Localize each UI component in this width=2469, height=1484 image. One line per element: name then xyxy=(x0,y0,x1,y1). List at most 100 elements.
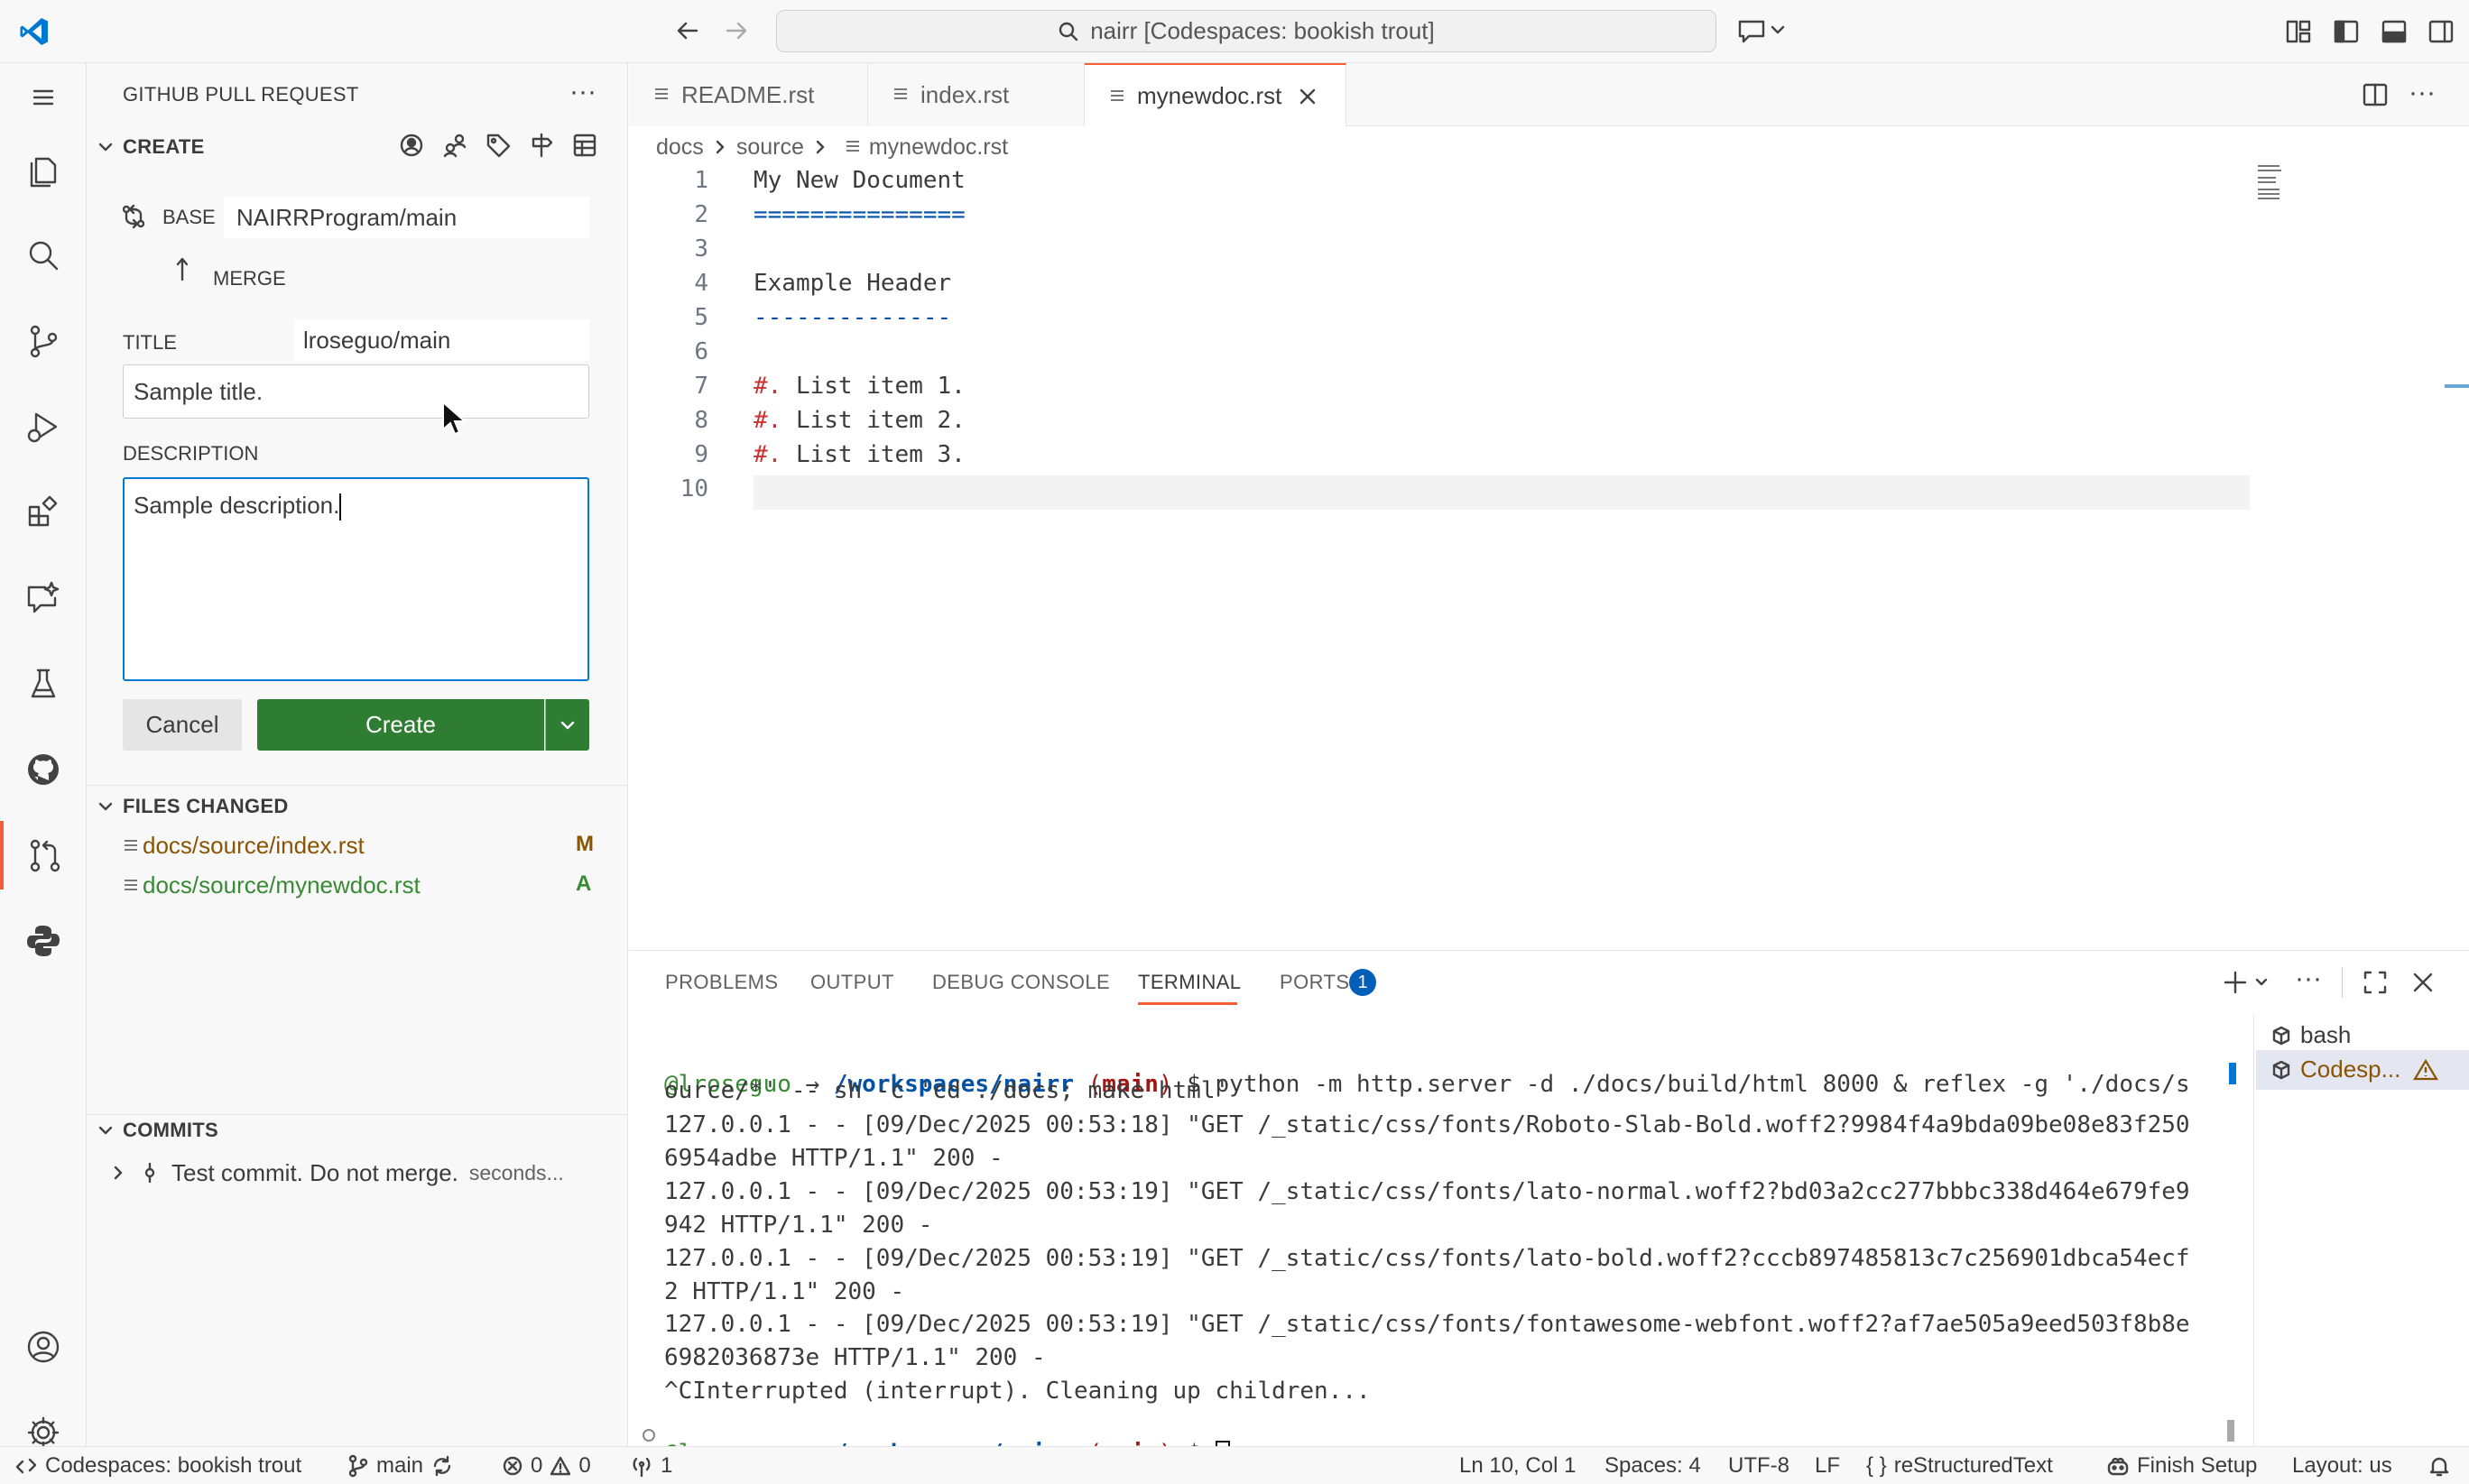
terminal-instance-bash[interactable]: bash xyxy=(2271,1021,2351,1049)
tab-problems[interactable]: PROBLEMS xyxy=(665,971,778,994)
commits-section-header[interactable]: COMMITS xyxy=(96,1119,218,1142)
finish-setup-button[interactable]: Finish Setup xyxy=(2106,1447,2257,1484)
github-icon[interactable] xyxy=(0,735,87,804)
forward-arrow-icon[interactable] xyxy=(724,18,749,43)
remote-indicator[interactable]: Codespaces: bookish trout xyxy=(14,1447,301,1484)
command-center-search[interactable]: nairr [Codespaces: bookish trout] xyxy=(776,10,1716,52)
description-label: DESCRIPTION xyxy=(123,442,259,465)
curly-braces-icon: { } xyxy=(1866,1453,1887,1478)
maximize-panel-icon[interactable] xyxy=(2362,969,2389,996)
terminal-output-line: 6954adbe HTTP/1.1" 200 - xyxy=(664,1145,1003,1172)
terminal-scrollbar[interactable] xyxy=(2227,1420,2234,1442)
line-text: #. List item 2. xyxy=(754,407,966,434)
create-button[interactable]: Create xyxy=(257,699,544,751)
testing-flask-icon[interactable] xyxy=(0,650,87,718)
tab-output[interactable]: OUTPUT xyxy=(810,971,894,994)
more-actions-icon[interactable]: ··· xyxy=(2295,963,2322,994)
problems-indicator[interactable]: 0 0 xyxy=(502,1447,591,1484)
activity-bar xyxy=(0,63,87,1449)
tab-index[interactable]: index.rst xyxy=(868,63,1085,126)
accounts-icon[interactable] xyxy=(0,1313,87,1381)
active-tab-indicator xyxy=(1138,1002,1237,1005)
minimap[interactable] xyxy=(2256,164,2285,200)
files-changed-title: FILES CHANGED xyxy=(123,795,289,817)
search-icon[interactable] xyxy=(0,221,87,290)
more-actions-icon[interactable]: ··· xyxy=(569,78,596,106)
milestone-icon[interactable] xyxy=(528,132,555,159)
keyboard-layout[interactable]: Layout: us xyxy=(2292,1447,2392,1484)
close-icon[interactable] xyxy=(1298,87,1318,106)
sidebar-title: GITHUB PULL REQUEST xyxy=(123,83,359,106)
changed-file-item[interactable]: docs/source/index.rst M xyxy=(123,828,610,864)
more-actions-icon[interactable]: ··· xyxy=(2409,78,2436,108)
create-section-header[interactable]: CREATE xyxy=(96,135,205,159)
pull-requests-icon[interactable] xyxy=(0,821,87,889)
reviewers-icon[interactable] xyxy=(441,132,468,159)
python-icon[interactable] xyxy=(0,907,87,975)
tab-mynewdoc[interactable]: mynewdoc.rst xyxy=(1085,63,1346,127)
changed-file-name: docs/source/mynewdoc.rst xyxy=(143,871,421,899)
toggle-secondary-sidebar-icon[interactable] xyxy=(2427,18,2455,45)
commit-item[interactable]: Test commit. Do not merge. seconds... xyxy=(108,1155,623,1191)
end-of-line[interactable]: LF xyxy=(1815,1447,1840,1484)
cancel-button[interactable]: Cancel xyxy=(123,699,242,751)
explorer-icon[interactable] xyxy=(0,135,87,204)
label-tag-icon[interactable] xyxy=(485,132,512,159)
copilot-chat-icon[interactable] xyxy=(1736,16,1787,45)
chevron-down-icon xyxy=(560,721,575,729)
broadcast-icon xyxy=(633,1457,651,1478)
project-table-icon[interactable] xyxy=(571,132,598,159)
run-debug-icon[interactable] xyxy=(0,392,87,461)
chevron-down-icon[interactable] xyxy=(2253,974,2270,991)
changed-file-item[interactable]: docs/source/mynewdoc.rst A xyxy=(123,868,610,904)
create-options-dropdown[interactable] xyxy=(545,699,589,751)
close-panel-icon[interactable] xyxy=(2411,971,2435,994)
indentation[interactable]: Spaces: 4 xyxy=(1604,1447,1701,1484)
base-branch-selector[interactable]: NAIRRProgram/main xyxy=(224,197,589,238)
terminal-output-line: 127.0.0.1 - - [09/Dec/2025 00:53:19] "GE… xyxy=(664,1311,2190,1338)
branch-indicator[interactable]: main xyxy=(347,1447,454,1484)
code-line: 8 #. List item 2. xyxy=(629,407,2469,441)
breadcrumb-item[interactable]: mynewdoc.rst xyxy=(869,134,1008,161)
file-lines-icon xyxy=(125,840,137,851)
sync-icon[interactable] xyxy=(430,1454,454,1478)
tab-terminal[interactable]: TERMINAL xyxy=(1138,971,1241,994)
modified-status-badge: M xyxy=(576,832,594,856)
files-changed-section-header[interactable]: FILES CHANGED xyxy=(96,795,289,818)
toggle-primary-sidebar-icon[interactable] xyxy=(2333,18,2360,45)
menu-icon[interactable] xyxy=(0,63,87,132)
code-line: 3 xyxy=(629,235,2469,270)
merge-branch-selector[interactable]: lroseguo/main xyxy=(294,319,589,361)
toggle-panel-icon[interactable] xyxy=(2381,18,2408,45)
line-text: My New Document xyxy=(754,167,966,194)
title-input[interactable]: Sample title. xyxy=(123,364,589,419)
assignee-icon[interactable] xyxy=(398,132,425,159)
tab-readme[interactable]: README.rst xyxy=(629,63,868,126)
breadcrumb-item[interactable]: source xyxy=(736,134,804,161)
description-textarea[interactable]: Sample description. xyxy=(123,477,589,681)
source-control-icon[interactable] xyxy=(0,307,87,375)
forwarded-ports-indicator[interactable]: 1 xyxy=(630,1447,672,1484)
tab-ports[interactable]: PORTS xyxy=(1280,971,1349,994)
cursor-position[interactable]: Ln 10, Col 1 xyxy=(1459,1447,1576,1484)
extensions-icon[interactable] xyxy=(0,478,87,547)
vscode-logo-icon[interactable] xyxy=(18,15,51,48)
chat-sparkle-icon[interactable] xyxy=(0,564,87,632)
search-icon xyxy=(1059,22,1078,41)
encoding[interactable]: UTF-8 xyxy=(1728,1447,1789,1484)
terminal-output-line: 127.0.0.1 - - [09/Dec/2025 00:53:18] "GE… xyxy=(664,1111,2190,1138)
file-lines-icon xyxy=(1111,89,1124,101)
title-bar: nairr [Codespaces: bookish trout] xyxy=(0,0,2469,63)
language-mode[interactable]: { } reStructuredText xyxy=(1866,1447,2053,1484)
notifications-bell-icon[interactable] xyxy=(2427,1447,2451,1484)
breadcrumb-item[interactable]: docs xyxy=(656,134,704,161)
customize-layout-icon[interactable] xyxy=(2285,18,2312,45)
terminal-name: Codesp... xyxy=(2300,1055,2401,1083)
new-terminal-plus-icon[interactable] xyxy=(2222,969,2249,996)
sidebar: GITHUB PULL REQUEST ··· CREATE BASE NAIR… xyxy=(87,63,628,1446)
file-lines-icon xyxy=(125,880,137,890)
line-number: 3 xyxy=(694,235,708,263)
tab-debug-console[interactable]: DEBUG CONSOLE xyxy=(932,971,1110,994)
split-editor-icon[interactable] xyxy=(2362,81,2389,108)
back-arrow-icon[interactable] xyxy=(675,18,700,43)
